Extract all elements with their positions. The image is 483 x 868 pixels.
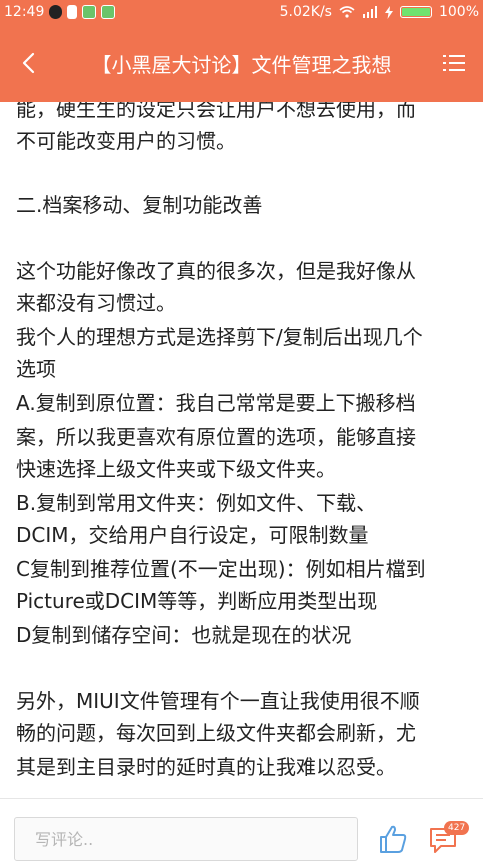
list-menu-icon (443, 55, 465, 71)
article-line: 其是到主目录时的延时真的让我难以忍受。 (16, 755, 396, 779)
comment-input[interactable] (14, 817, 358, 861)
charging-icon (384, 5, 393, 19)
wechat-icon (82, 5, 97, 19)
back-button[interactable] (12, 44, 44, 82)
like-button[interactable] (378, 823, 408, 855)
article-line: 能，硬生生的设定只会让用户不想去使用，而 (16, 102, 416, 121)
qq-icon (49, 5, 63, 19)
comment-count-badge: 427 (444, 821, 470, 835)
battery-fill (401, 8, 430, 16)
article-line: 来都没有习惯过。 (16, 291, 176, 315)
article-line: 不可能改变用户的习惯。 (16, 129, 236, 153)
wifi-icon (339, 6, 355, 18)
network-speed: 5.02K/s (279, 4, 332, 20)
article-line: Picture或DCIM等等，判断应用类型出现 (16, 589, 378, 613)
notification-icon (67, 5, 78, 19)
article-line: 畅的问题，每次回到上级文件夹都会刷新，尤 (16, 721, 416, 745)
article-line: 选项 (16, 357, 56, 381)
battery-icon (399, 6, 432, 18)
page-title: 【小黑屋大讨论】文件管理之我想 (91, 52, 392, 77)
clock: 12:49 (4, 4, 45, 20)
article-line: 另外，MIUI文件管理有个一直让我使用很不顺 (16, 689, 420, 713)
article-line: 快速选择上级文件夹或下级文件夹。 (16, 457, 336, 481)
signal-icon (362, 6, 377, 18)
comment-bar: 427 (0, 798, 483, 868)
article-line: A.复制到原位置：我自己常常是要上下搬移档 (16, 391, 416, 415)
article-line: 案，所以我更喜欢有原位置的选项，能够直接 (16, 425, 416, 449)
article-line: B.复制到常用文件夹：例如文件、下载、 (16, 491, 377, 515)
wechat-icon (101, 5, 116, 19)
status-bar-right: 5.02K/s 100% (280, 4, 483, 20)
article-body: 能，硬生生的设定只会让用户不想去使用，而 不可能改变用户的习惯。 二.档案移动、… (0, 102, 483, 798)
menu-button[interactable] (437, 48, 471, 78)
article-line: DCIM，交给用户自行设定，可限制数量 (16, 523, 369, 547)
battery-percent: 100% (438, 4, 479, 20)
chevron-left-icon (22, 52, 35, 74)
status-bar: 12:49 5.02K/s 100% (0, 0, 483, 24)
article-line: C复制到推荐位置(不一定出现)：例如相片檔到 (16, 557, 426, 581)
article-line: 我个人的理想方式是选择剪下/复制后出现几个 (16, 325, 423, 349)
article-line: 这个功能好像改了真的很多次，但是我好像从 (16, 259, 416, 283)
status-bar-left: 12:49 (0, 4, 116, 20)
header-bar: 【小黑屋大讨论】文件管理之我想 (0, 24, 483, 102)
article-line: D复制到储存空间：也就是现在的状况 (16, 623, 352, 647)
article-line: 二.档案移动、复制功能改善 (16, 193, 263, 217)
thumbs-up-icon (380, 825, 407, 853)
